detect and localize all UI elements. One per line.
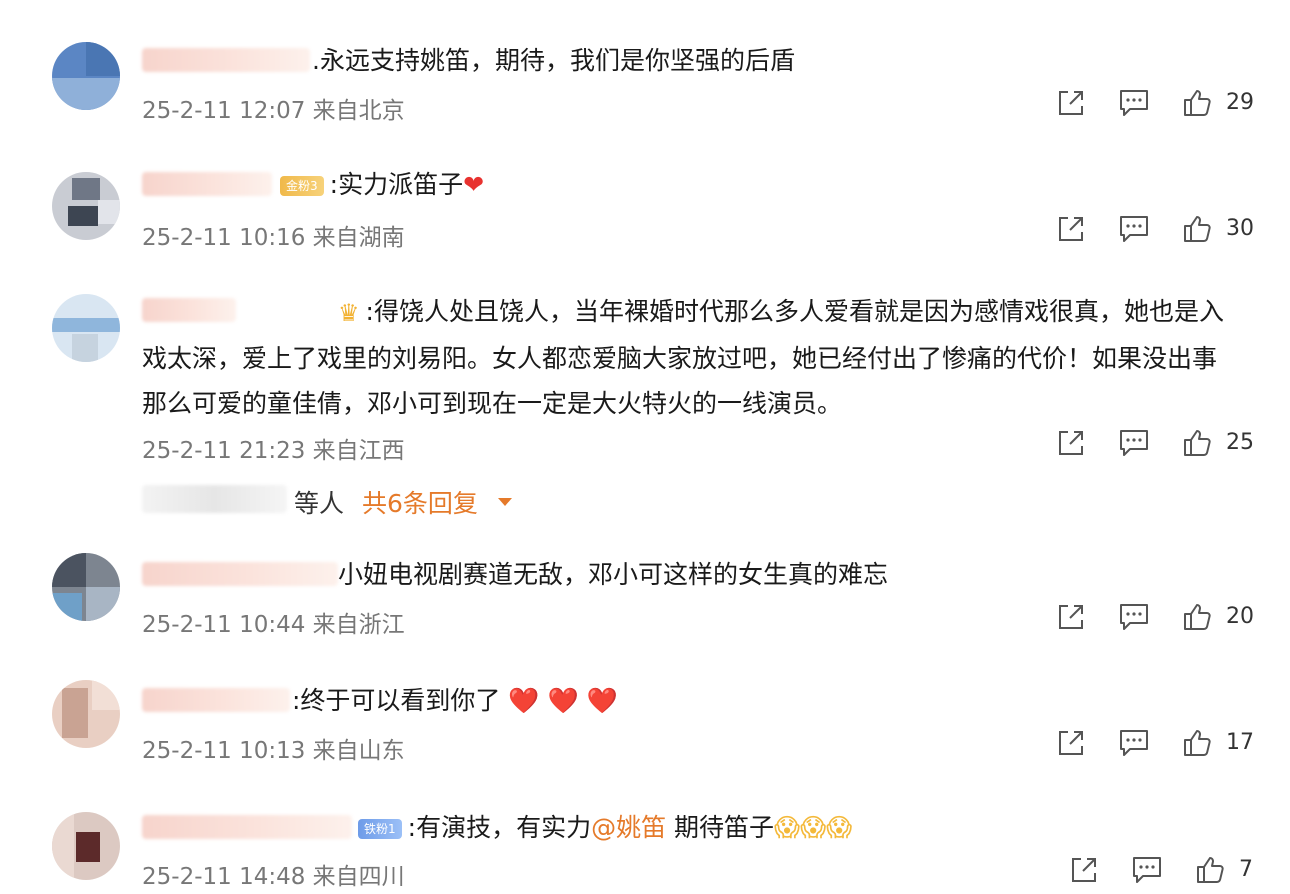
comment-text-row: 铁粉1:有演技，有实力@姚笛 期待笛子😱😱😱	[358, 805, 852, 850]
comment-text: :实力派笛子	[329, 170, 464, 199]
comment-text-row: ♛:得饶人处且饶人，当年裸婚时代那么多人爱看就是因为感情戏很真，她也是入戏太深，…	[142, 289, 1232, 426]
username[interactable]	[142, 172, 272, 196]
comment-actions: 30	[1050, 214, 1260, 248]
avatar[interactable]	[52, 553, 120, 621]
comment-text-after: 期待笛子	[666, 813, 775, 842]
share-icon[interactable]	[1069, 855, 1099, 885]
avatar[interactable]	[52, 294, 120, 362]
comment-actions: 17	[1050, 728, 1260, 762]
mention-link[interactable]: @姚笛	[591, 813, 666, 842]
comment-text: 小妞电视剧赛道无敌，邓小可这样的女生真的难忘	[338, 560, 889, 589]
avatar[interactable]	[52, 680, 120, 748]
share-icon[interactable]	[1056, 428, 1086, 458]
reply-count-link[interactable]: 共6条回复	[362, 484, 478, 520]
like-count: 25	[1226, 430, 1254, 455]
comment-text-row: :终于可以看到你了 ❤️ ❤️ ❤️	[292, 678, 618, 723]
caret-down-icon[interactable]	[498, 498, 512, 506]
heart-emoji: ❤	[463, 170, 485, 199]
comment-text: :有演技，有实力	[407, 813, 592, 842]
comment-actions: 7	[1055, 855, 1265, 889]
username[interactable]	[142, 48, 310, 72]
reply-etc-label: 等人	[294, 489, 345, 518]
comment-icon[interactable]	[1131, 855, 1163, 885]
comment-actions: 29	[1050, 88, 1260, 122]
thumbs-up-icon[interactable]	[1182, 214, 1212, 244]
avatar[interactable]	[52, 812, 120, 880]
share-icon[interactable]	[1056, 602, 1086, 632]
thumbs-up-icon[interactable]	[1182, 88, 1212, 118]
thumbs-up-icon[interactable]	[1182, 728, 1212, 758]
comment-meta: 25-2-11 10:16 来自湖南	[142, 225, 405, 251]
comment-actions: 25	[1050, 428, 1260, 462]
fan-badge: 金粉3	[280, 176, 324, 196]
avatar[interactable]	[52, 172, 120, 240]
share-icon[interactable]	[1056, 728, 1086, 758]
comment-icon[interactable]	[1118, 602, 1150, 632]
comment-meta: 25-2-11 12:07 来自北京	[142, 98, 405, 124]
like-count: 29	[1226, 90, 1254, 115]
like-count: 7	[1239, 857, 1253, 882]
comment-meta: 25-2-11 10:13 来自山东	[142, 738, 405, 764]
like-count: 20	[1226, 604, 1254, 629]
reply-usernames	[142, 485, 287, 513]
comment-icon[interactable]	[1118, 88, 1150, 118]
share-icon[interactable]	[1056, 88, 1086, 118]
comment-icon[interactable]	[1118, 428, 1150, 458]
comment-meta: 25-2-11 21:23 来自江西	[142, 438, 405, 464]
thumbs-up-icon[interactable]	[1195, 855, 1225, 885]
like-count: 17	[1226, 730, 1254, 755]
comment-text: .永远支持姚笛，期待，我们是你坚强的后盾	[312, 46, 795, 75]
comment-text: :终于可以看到你了	[292, 686, 501, 715]
avatar[interactable]	[52, 42, 120, 110]
comment-meta: 25-2-11 14:48 来自四川	[142, 864, 405, 890]
crown-icon: ♛	[338, 298, 360, 327]
comment-meta: 25-2-11 10:44 来自浙江	[142, 612, 405, 638]
fan-badge: 铁粉1	[358, 819, 402, 839]
heart-sticker-icon: ❤️ ❤️ ❤️	[500, 686, 618, 715]
crying-face-sticker-icon: 😱😱😱	[774, 813, 853, 842]
comment-text-row: 金粉3:实力派笛子❤	[280, 162, 484, 207]
comment-icon[interactable]	[1118, 728, 1150, 758]
share-icon[interactable]	[1056, 214, 1086, 244]
like-count: 30	[1226, 216, 1254, 241]
comment-icon[interactable]	[1118, 214, 1150, 244]
thumbs-up-icon[interactable]	[1182, 428, 1212, 458]
comment-actions: 20	[1050, 602, 1260, 636]
username[interactable]	[142, 688, 290, 712]
thumbs-up-icon[interactable]	[1182, 602, 1212, 632]
username[interactable]	[142, 562, 338, 586]
username[interactable]	[142, 815, 352, 839]
replies-summary[interactable]: 等人 共6条回复	[142, 480, 742, 520]
